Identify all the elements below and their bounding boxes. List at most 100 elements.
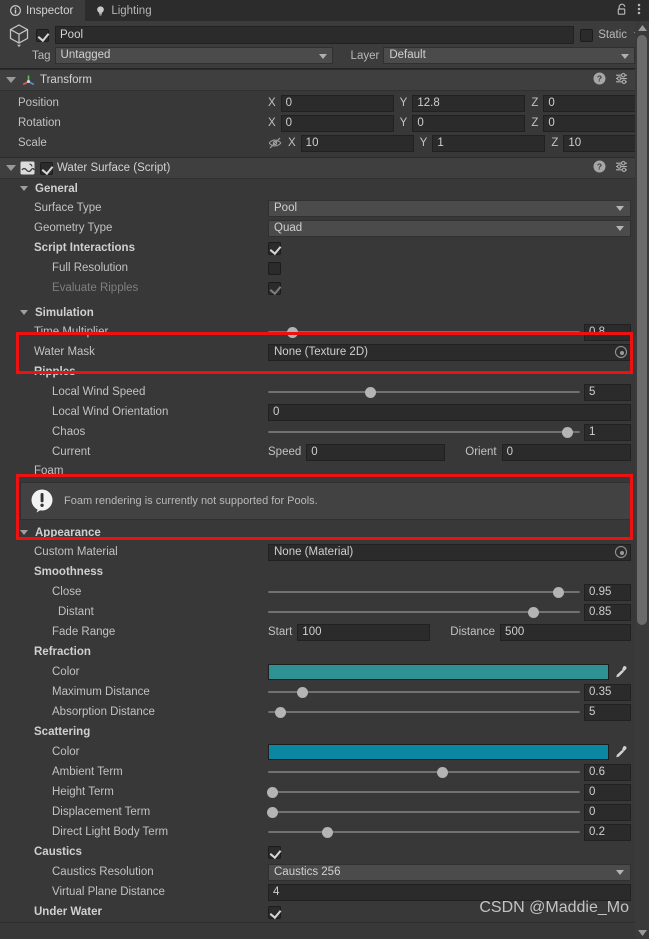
tab-lighting[interactable]: Lighting bbox=[85, 0, 163, 21]
position-x-input[interactable]: 0 bbox=[280, 94, 394, 112]
absorption-distance-slider[interactable] bbox=[268, 704, 580, 720]
maximum-distance-slider[interactable] bbox=[268, 684, 580, 700]
fade-range-start-input[interactable]: 100 bbox=[297, 623, 431, 641]
local-wind-speed-slider[interactable] bbox=[268, 384, 580, 400]
tab-inspector[interactable]: Inspector bbox=[0, 0, 86, 21]
slider-knob[interactable] bbox=[267, 786, 279, 798]
surface-type-dropdown[interactable]: Pool bbox=[268, 199, 631, 217]
ambient-term-slider[interactable] bbox=[268, 764, 580, 780]
game-object-enabled-checkbox[interactable] bbox=[36, 28, 49, 42]
slider-knob[interactable] bbox=[552, 586, 564, 598]
object-picker-icon[interactable] bbox=[615, 546, 627, 558]
caustics-resolution-dropdown[interactable]: Caustics 256 bbox=[268, 863, 631, 881]
simulation-foldout-toggle[interactable] bbox=[17, 306, 30, 319]
component-header-transform[interactable]: Transform ? bbox=[0, 69, 649, 91]
preset-icon[interactable] bbox=[615, 72, 628, 88]
water-surface-foldout-toggle[interactable] bbox=[4, 162, 17, 175]
position-y-input[interactable]: 12.8 bbox=[412, 94, 526, 112]
full-resolution-checkbox[interactable] bbox=[268, 261, 281, 275]
slider-knob[interactable] bbox=[321, 826, 333, 838]
game-object-name-input[interactable]: Pool bbox=[55, 26, 575, 44]
local-wind-orientation-input[interactable]: 0 bbox=[268, 403, 631, 421]
height-term-input[interactable]: 0 bbox=[584, 783, 631, 801]
appearance-foldout-toggle[interactable] bbox=[17, 526, 30, 539]
refraction-color-swatch[interactable] bbox=[268, 664, 609, 680]
constrain-proportions-off-icon[interactable] bbox=[268, 136, 282, 150]
slider-knob[interactable] bbox=[562, 426, 574, 438]
section-appearance[interactable]: Appearance bbox=[0, 523, 649, 542]
distant-input[interactable]: 0.85 bbox=[584, 603, 631, 621]
slider-knob[interactable] bbox=[527, 606, 539, 618]
script-interactions-checkbox[interactable] bbox=[268, 241, 281, 255]
water-surface-enabled-checkbox[interactable] bbox=[40, 161, 53, 175]
eyedropper-icon[interactable] bbox=[611, 665, 631, 679]
slider-knob[interactable] bbox=[267, 806, 279, 818]
under-water-checkbox[interactable] bbox=[268, 905, 281, 919]
maximum-distance-input[interactable]: 0.35 bbox=[584, 683, 631, 701]
preset-icon[interactable] bbox=[615, 160, 628, 176]
scale-x-label: X bbox=[288, 137, 296, 149]
displacement-term-slider[interactable] bbox=[267, 804, 580, 820]
height-term-slider[interactable] bbox=[267, 784, 580, 800]
scroll-down-arrow-icon[interactable] bbox=[635, 926, 649, 939]
chaos-slider[interactable] bbox=[268, 424, 580, 440]
scale-y-input[interactable]: 1 bbox=[432, 134, 546, 152]
fade-range-distance-input[interactable]: 500 bbox=[500, 623, 631, 641]
refraction-subheader: Refraction bbox=[34, 646, 91, 658]
tag-dropdown[interactable]: Untagged bbox=[54, 47, 333, 64]
close-label: Close bbox=[52, 586, 82, 598]
help-icon[interactable]: ? bbox=[593, 160, 606, 176]
current-orient-input[interactable]: 0 bbox=[501, 443, 631, 461]
scattering-color-swatch[interactable] bbox=[268, 744, 609, 760]
direct-light-body-term-slider[interactable] bbox=[268, 824, 580, 840]
object-picker-icon[interactable] bbox=[615, 346, 627, 358]
slider-knob[interactable] bbox=[274, 706, 286, 718]
rotation-x-label: X bbox=[268, 117, 276, 129]
local-wind-speed-input[interactable]: 5 bbox=[584, 383, 631, 401]
rotation-x-input[interactable]: 0 bbox=[280, 114, 394, 132]
time-multiplier-slider[interactable] bbox=[268, 324, 580, 340]
current-speed-input[interactable]: 0 bbox=[306, 443, 446, 461]
scrollbar-thumb[interactable] bbox=[637, 35, 647, 625]
ambient-term-input[interactable]: 0.6 bbox=[584, 763, 631, 781]
general-foldout-toggle[interactable] bbox=[17, 182, 30, 195]
row-caustics-resolution: Caustics Resolution Caustics 256 bbox=[0, 862, 649, 882]
time-multiplier-input[interactable]: 0.8 bbox=[584, 323, 631, 341]
rotation-z-input[interactable]: 0 bbox=[543, 114, 649, 132]
displacement-term-input[interactable]: 0 bbox=[584, 803, 631, 821]
static-checkbox[interactable] bbox=[580, 28, 594, 42]
custom-material-object-field[interactable]: None (Material) bbox=[268, 543, 631, 561]
slider-knob[interactable] bbox=[365, 386, 377, 398]
position-z-input[interactable]: 0 bbox=[543, 94, 649, 112]
caustics-checkbox[interactable] bbox=[268, 845, 281, 859]
rotation-y-input[interactable]: 0 bbox=[412, 114, 526, 132]
water-mask-object-field[interactable]: None (Texture 2D) bbox=[268, 343, 631, 361]
transform-foldout-toggle[interactable] bbox=[4, 74, 17, 87]
layer-dropdown[interactable]: Default bbox=[383, 47, 636, 64]
slider-knob[interactable] bbox=[287, 326, 299, 338]
component-header-water-surface[interactable]: Water Surface (Script) ? bbox=[0, 157, 649, 179]
virtual-plane-distance-input[interactable]: 4 bbox=[268, 883, 631, 901]
section-simulation[interactable]: Simulation bbox=[0, 303, 649, 322]
help-icon[interactable]: ? bbox=[593, 72, 606, 88]
current-orient-label: Orient bbox=[465, 446, 497, 458]
lock-open-icon[interactable] bbox=[616, 3, 628, 19]
time-multiplier-label: Time Multiplier bbox=[34, 326, 109, 338]
close-input[interactable]: 0.95 bbox=[584, 583, 631, 601]
surface-type-label: Surface Type bbox=[34, 202, 102, 214]
vertical-scrollbar[interactable] bbox=[635, 21, 649, 939]
kebab-menu-icon[interactable] bbox=[637, 2, 641, 19]
distant-slider[interactable] bbox=[268, 604, 580, 620]
section-general[interactable]: General bbox=[0, 179, 649, 198]
close-slider[interactable] bbox=[268, 584, 580, 600]
direct-light-body-term-input[interactable]: 0.2 bbox=[584, 823, 631, 841]
scale-x-input[interactable]: 10 bbox=[300, 134, 414, 152]
slider-knob[interactable] bbox=[437, 766, 449, 778]
slider-knob[interactable] bbox=[296, 686, 308, 698]
eyedropper-icon[interactable] bbox=[611, 745, 631, 759]
chaos-input[interactable]: 1 bbox=[584, 423, 631, 441]
water-surface-body: General Surface Type Pool Geometry Type … bbox=[0, 179, 649, 923]
scroll-up-arrow-icon[interactable] bbox=[635, 21, 649, 34]
absorption-distance-input[interactable]: 5 bbox=[584, 703, 631, 721]
geometry-type-dropdown[interactable]: Quad bbox=[268, 219, 631, 237]
